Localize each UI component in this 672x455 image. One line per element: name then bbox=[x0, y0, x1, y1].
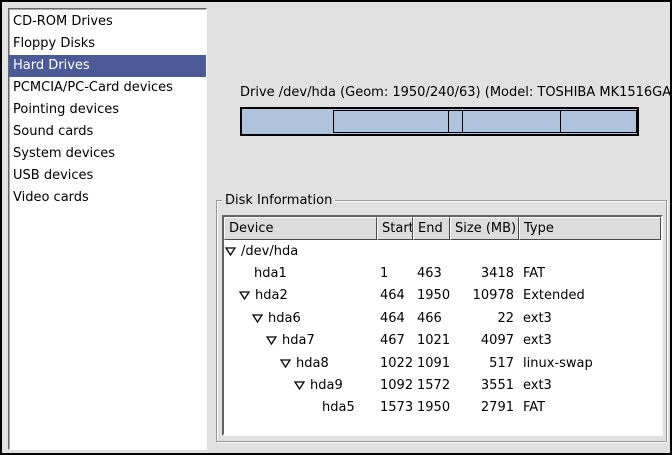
disk-information-title: Disk Information bbox=[222, 193, 335, 208]
table-row[interactable]: hda1 1 463 3418 FAT bbox=[224, 262, 661, 284]
table-row[interactable]: hda2 464 1950 10978 Extended bbox=[224, 285, 661, 307]
size-value: 517 bbox=[450, 356, 519, 371]
disk-information-table: Device Start End Size (MB) Type /dev/hda bbox=[222, 215, 663, 436]
device-name: hda6 bbox=[268, 311, 301, 326]
size-value: 4097 bbox=[450, 333, 519, 348]
expander-icon[interactable] bbox=[294, 381, 305, 390]
size-value: 10978 bbox=[450, 288, 519, 303]
type-value: FAT bbox=[519, 400, 661, 415]
end-value: 1021 bbox=[413, 333, 450, 348]
type-value: ext3 bbox=[519, 333, 661, 348]
end-value: 466 bbox=[413, 311, 450, 326]
sidebar-item-video-cards[interactable]: Video cards bbox=[9, 187, 206, 209]
sidebar-item-floppy-disks[interactable]: Floppy Disks bbox=[9, 33, 206, 55]
expander-icon[interactable] bbox=[239, 291, 250, 300]
column-header-type[interactable]: Type bbox=[519, 217, 661, 240]
type-value: ext3 bbox=[519, 378, 661, 393]
column-header-size[interactable]: Size (MB) bbox=[450, 217, 519, 240]
device-name: hda8 bbox=[296, 356, 329, 371]
start-value: 1 bbox=[377, 266, 413, 281]
table-row[interactable]: hda5 1573 1950 2791 FAT bbox=[224, 397, 661, 419]
start-value: 1092 bbox=[377, 378, 413, 393]
table-row[interactable]: hda6 464 466 22 ext3 bbox=[224, 307, 661, 329]
end-value: 1950 bbox=[413, 400, 450, 415]
partition-divider-hda7-hda8 bbox=[448, 111, 449, 132]
expander-icon[interactable] bbox=[280, 359, 291, 368]
column-header-start[interactable]: Start bbox=[377, 217, 413, 240]
sidebar-item-usb-devices[interactable]: USB devices bbox=[9, 165, 206, 187]
table-row[interactable]: /dev/hda bbox=[224, 240, 661, 262]
column-header-device[interactable]: Device bbox=[224, 217, 377, 240]
sidebar-item-system-devices[interactable]: System devices bbox=[9, 143, 206, 165]
start-value: 1022 bbox=[377, 356, 413, 371]
end-value: 1950 bbox=[413, 288, 450, 303]
hardware-browser-window: CD-ROM Drives Floppy Disks Hard Drives P… bbox=[0, 0, 672, 455]
partition-bar bbox=[240, 107, 639, 136]
end-value: 1091 bbox=[413, 356, 450, 371]
sidebar-item-cdrom-drives[interactable]: CD-ROM Drives bbox=[9, 11, 206, 33]
device-name: hda5 bbox=[322, 400, 355, 415]
expander-icon[interactable] bbox=[266, 336, 277, 345]
expander-icon[interactable] bbox=[252, 314, 263, 323]
size-value: 3551 bbox=[450, 378, 519, 393]
device-name: hda9 bbox=[310, 378, 343, 393]
type-value: ext3 bbox=[519, 311, 661, 326]
disk-information-groupbox: Disk Information Device Start End Size (… bbox=[216, 200, 667, 442]
sidebar-item-pcmcia-devices[interactable]: PCMCIA/PC-Card devices bbox=[9, 77, 206, 99]
sidebar-item-sound-cards[interactable]: Sound cards bbox=[9, 121, 206, 143]
partition-extended-hda2 bbox=[333, 110, 637, 133]
start-value: 464 bbox=[377, 288, 413, 303]
table-row[interactable]: hda7 467 1021 4097 ext3 bbox=[224, 330, 661, 352]
device-name: hda1 bbox=[254, 266, 287, 281]
expander-icon[interactable] bbox=[225, 247, 236, 256]
start-value: 464 bbox=[377, 311, 413, 326]
size-value: 2791 bbox=[450, 400, 519, 415]
partition-segment-hda1 bbox=[242, 109, 333, 134]
partition-divider-hda9-hda5 bbox=[560, 111, 561, 132]
device-category-list: CD-ROM Drives Floppy Disks Hard Drives P… bbox=[8, 8, 207, 450]
size-value: 22 bbox=[450, 311, 519, 326]
type-value: linux-swap bbox=[519, 356, 661, 371]
end-value: 1572 bbox=[413, 378, 450, 393]
size-value: 3418 bbox=[450, 266, 519, 281]
table-row[interactable]: hda9 1092 1572 3551 ext3 bbox=[224, 374, 661, 396]
table-header-row: Device Start End Size (MB) Type bbox=[224, 217, 661, 240]
sidebar-item-pointing-devices[interactable]: Pointing devices bbox=[9, 99, 206, 121]
start-value: 1573 bbox=[377, 400, 413, 415]
column-header-end[interactable]: End bbox=[413, 217, 450, 240]
partition-divider-hda8-hda9 bbox=[462, 111, 463, 132]
sidebar-item-hard-drives[interactable]: Hard Drives bbox=[9, 55, 206, 77]
type-value: Extended bbox=[519, 288, 661, 303]
device-name: hda2 bbox=[255, 288, 288, 303]
drive-geometry-label: Drive /dev/hda (Geom: 1950/240/63) (Mode… bbox=[240, 85, 639, 100]
end-value: 463 bbox=[413, 266, 450, 281]
start-value: 467 bbox=[377, 333, 413, 348]
device-name: hda7 bbox=[282, 333, 315, 348]
device-name: /dev/hda bbox=[241, 244, 298, 259]
table-row[interactable]: hda8 1022 1091 517 linux-swap bbox=[224, 352, 661, 374]
type-value: FAT bbox=[519, 266, 661, 281]
